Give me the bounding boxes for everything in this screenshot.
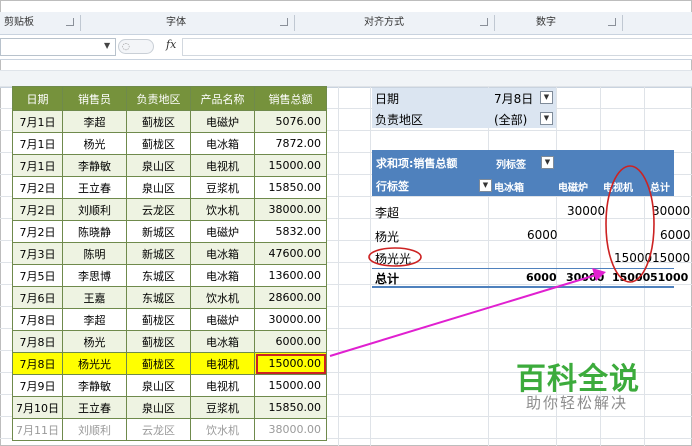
highlight-ellipse-name: [368, 247, 422, 267]
watermark-subtitle: 助你轻松解决: [526, 394, 629, 412]
annotation-arrow-line: [329, 274, 597, 357]
annotation-arrowhead: [592, 268, 606, 281]
highlight-ellipse-column: [605, 165, 655, 283]
